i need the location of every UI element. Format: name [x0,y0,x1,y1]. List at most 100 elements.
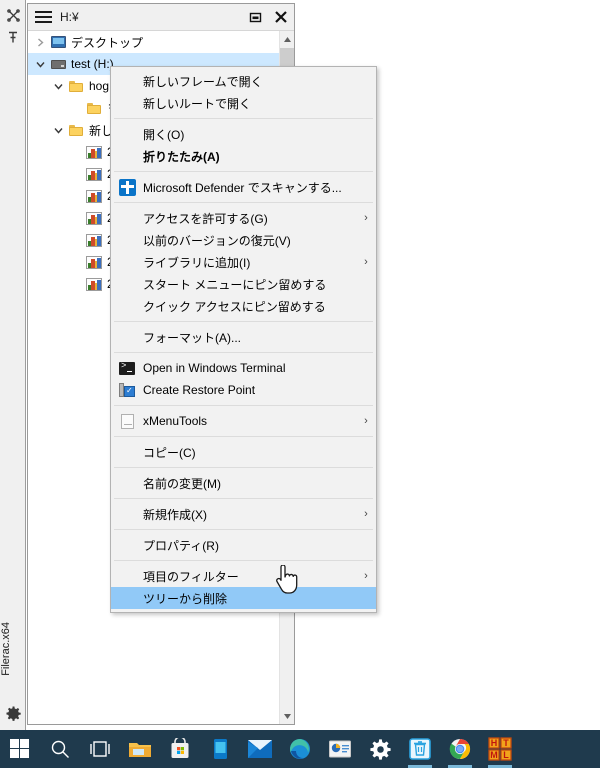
restore-window-icon[interactable] [242,4,268,31]
scroll-up-arrow[interactable] [280,31,294,47]
task-view-icon [90,741,110,757]
picture-file-icon-wrap [84,273,104,295]
context-menu-item-label: クイック アクセスにピン留めする [143,299,326,314]
hamburger-icon[interactable] [28,4,58,31]
menu-icon-slot [111,229,143,251]
html-editor-button[interactable]: H T M L [480,730,520,768]
file-explorer-button[interactable] [120,730,160,768]
context-menu-item-8[interactable]: アクセスを許可する(G) › [111,207,376,229]
menu-icon-slot [111,295,143,317]
start-button[interactable] [0,730,40,768]
context-menu-item-12[interactable]: クイック アクセスにピン留めする [111,295,376,317]
terminal-icon [119,361,135,375]
taskbar[interactable]: H T M L [0,730,600,768]
context-menu-item-label: 名前の変更(M) [143,476,221,491]
tree-item-0[interactable]: デスクトップ [28,31,279,53]
context-menu-item-0[interactable]: 新しいフレームで開く [111,70,376,92]
context-menu[interactable]: 新しいフレームで開く新しいルートで開く開く(O) 折りたたみ(A) Microsof… [110,66,377,613]
monitor-icon [50,36,66,48]
chrome-button[interactable] [440,730,480,768]
menu-icon-slot [111,70,143,92]
html-blocks-icon: H T M L [488,737,512,761]
app-dock-strip[interactable]: Filerac.x64 [0,0,26,730]
context-menu-item-14[interactable]: フォーマット(A)... [111,326,376,348]
restore-point-icon-wrap: ✓ [111,379,143,401]
folder-icon-wrap [66,119,86,141]
window-titlebar[interactable]: H:¥ [28,4,294,31]
context-menu-item-25[interactable]: 新規作成(X) › [111,503,376,525]
recycle-bin-button[interactable] [400,730,440,768]
context-menu-item-30[interactable]: ツリーから削除 [111,587,376,609]
mail-button[interactable] [240,730,280,768]
settings-button[interactable] [360,730,400,768]
picture-file-icon-wrap [84,229,104,251]
menu-icon-slot [111,273,143,295]
context-menu-item-16[interactable]: Open in Windows Terminal [111,357,376,379]
close-window-icon[interactable] [268,4,294,31]
picture-file-icon [86,145,102,159]
context-menu-item-label: スタート メニューにピン留めする [143,277,327,292]
close-x-icon[interactable] [0,4,26,26]
context-menu-item-9[interactable]: 以前のバージョンの復元(V) [111,229,376,251]
context-menu-item-19[interactable]: xMenuTools › [111,410,376,432]
restore-point-icon: ✓ [119,383,135,397]
window-title: H:¥ [60,10,79,24]
context-menu-item-27[interactable]: プロパティ(R) [111,534,376,556]
picture-file-icon [86,167,102,181]
submenu-chevron-right-icon: › [364,415,368,427]
menu-separator [114,529,373,530]
tree-twisty-expanded-icon[interactable] [50,119,66,141]
submenu-chevron-right-icon: › [364,212,368,224]
your-phone-button[interactable] [200,730,240,768]
tree-twisty-expanded-icon[interactable] [50,75,66,97]
phone-icon [213,739,227,759]
context-menu-item-label: ライブラリに追加(I) [143,255,251,270]
context-menu-item-29[interactable]: 項目のフィルター › [111,565,376,587]
tree-twisty-collapsed-icon[interactable] [32,31,48,53]
context-menu-item-1[interactable]: 新しいルートで開く [111,92,376,114]
menu-separator [114,171,373,172]
search-button[interactable] [40,730,80,768]
context-menu-item-label: 以前のバージョンの復元(V) [143,233,291,248]
context-menu-item-label: 新しいルートで開く [143,96,252,111]
menu-separator [114,405,373,406]
menu-separator [114,436,373,437]
context-menu-item-label: Microsoft Defender でスキャンする... [143,180,342,195]
tree-item-label: 新し [89,123,114,138]
menu-separator [114,467,373,468]
picture-file-icon [86,277,102,291]
menu-icon-slot [111,207,143,229]
microsoft-store-button[interactable] [160,730,200,768]
office-app-button[interactable] [320,730,360,768]
picture-file-icon [86,233,102,247]
context-menu-item-23[interactable]: 名前の変更(M) [111,472,376,494]
pin-icon[interactable] [0,26,26,48]
context-menu-item-label: コピー(C) [143,445,196,460]
menu-icon-slot [111,565,143,587]
context-menu-item-17[interactable]: ✓ Create Restore Point [111,379,376,401]
scroll-down-arrow[interactable] [280,708,294,724]
menu-icon-slot [111,145,143,167]
recycle-bin-icon [409,738,431,760]
menu-icon-slot [111,251,143,273]
chrome-browser-icon [449,738,471,760]
menu-icon-slot [111,92,143,114]
context-menu-item-3[interactable]: 開く(O) [111,123,376,145]
context-menu-item-6[interactable]: Microsoft Defender でスキャンする... [111,176,376,198]
menu-icon-slot [111,123,143,145]
context-menu-item-21[interactable]: コピー(C) [111,441,376,463]
app-name-vertical-label: Filerac.x64 [0,622,12,676]
edge-button[interactable] [280,730,320,768]
tree-twisty-expanded-icon[interactable] [32,53,48,75]
context-menu-item-11[interactable]: スタート メニューにピン留めする [111,273,376,295]
context-menu-item-4[interactable]: 折りたたみ(A) [111,145,376,167]
context-menu-item-10[interactable]: ライブラリに追加(I) › [111,251,376,273]
gear-icon[interactable] [0,702,26,724]
task-view-button[interactable] [80,730,120,768]
menu-icon-slot [111,472,143,494]
menu-icon-slot [111,534,143,556]
